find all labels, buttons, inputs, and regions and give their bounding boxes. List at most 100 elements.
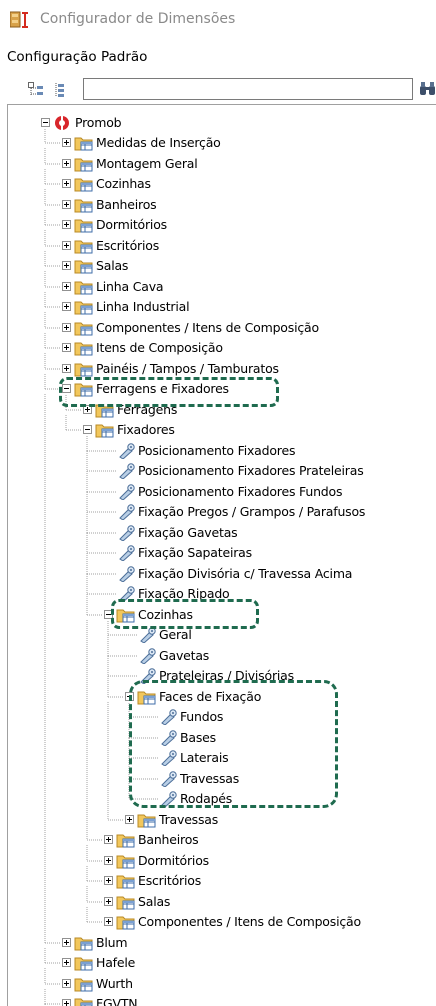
folder-table-icon: [74, 178, 93, 192]
expand-icon[interactable]: [103, 856, 113, 865]
tree-node-label: Travessas: [159, 812, 219, 827]
wrench-tag-icon: [140, 648, 156, 664]
tree-leaf[interactable]: Posicionamento Fixadores Fundos: [8, 482, 436, 502]
folder-table-icon: [74, 301, 93, 315]
folder-table-icon: [74, 322, 93, 336]
tree-node[interactable]: Hafele: [8, 953, 436, 973]
expand-icon[interactable]: [61, 241, 71, 250]
collapse-icon[interactable]: [40, 118, 50, 127]
title-bar: Configurador de Dimensões: [0, 0, 436, 38]
tree-node-root[interactable]: Promob: [8, 113, 436, 133]
tree-leaf[interactable]: Fixação Sapateiras: [8, 543, 436, 563]
highlight-faces-de-fixacao: [129, 680, 338, 808]
tree-node-label: Itens de Composição: [96, 340, 223, 355]
expand-icon[interactable]: [61, 159, 71, 168]
tree-view[interactable]: Promob Medidas de Inserção Montagem Gera…: [7, 104, 436, 1006]
expand-icon[interactable]: [61, 282, 71, 291]
highlight-ferragens-e-fixadores: [59, 377, 279, 407]
tree-node-label: Linha Industrial: [96, 299, 190, 314]
tree-node[interactable]: Dormitórios: [8, 851, 436, 871]
tree-node-label: Hafele: [96, 955, 136, 970]
tree-node[interactable]: Salas: [8, 256, 436, 276]
expand-icon[interactable]: [61, 938, 71, 947]
tree-node[interactable]: Travessas: [8, 810, 436, 830]
tree-node-label: Componentes / Itens de Composição: [138, 914, 361, 929]
expand-icon[interactable]: [61, 138, 71, 147]
folder-table-icon: [74, 978, 93, 992]
folder-table-icon: [74, 158, 93, 172]
expand-icon[interactable]: [103, 917, 113, 926]
tree-node[interactable]: Banheiros: [8, 830, 436, 850]
collapse-all-icon[interactable]: [52, 82, 68, 98]
expand-icon[interactable]: [103, 897, 113, 906]
wrench-tag-icon: [119, 484, 135, 500]
binoculars-icon[interactable]: [419, 81, 436, 96]
search-input[interactable]: [83, 78, 413, 100]
tree-node-label: Salas: [96, 258, 129, 273]
tree-node-label: Banheiros: [96, 197, 157, 212]
expand-icon[interactable]: [61, 302, 71, 311]
expand-icon[interactable]: [61, 364, 71, 373]
tree-node-label: Fixação Divisória c/ Travessa Acima: [138, 566, 353, 581]
tree-leaf[interactable]: Posicionamento Fixadores: [8, 441, 436, 461]
tree-node[interactable]: Salas: [8, 892, 436, 912]
tree-node-label: Posicionamento Fixadores Fundos: [138, 484, 343, 499]
tree-node[interactable]: Medidas de Inserção: [8, 133, 436, 153]
tree-leaf[interactable]: Fixação Pregos / Grampos / Parafusos: [8, 502, 436, 522]
folder-table-icon: [74, 281, 93, 295]
tree-leaf[interactable]: Fixação Divisória c/ Travessa Acima: [8, 564, 436, 584]
expand-icon[interactable]: [61, 343, 71, 352]
tree-node-label: Posicionamento Fixadores: [138, 443, 296, 458]
tree-leaf[interactable]: Fixação Gavetas: [8, 523, 436, 543]
expand-icon[interactable]: [61, 200, 71, 209]
tree-node[interactable]: Blum: [8, 933, 436, 953]
tree-node-label: Fixação Gavetas: [138, 525, 238, 540]
wrench-tag-icon: [119, 463, 135, 479]
tree-node[interactable]: Painéis / Tampos / Tamburatos: [8, 359, 436, 379]
tree-node[interactable]: Fixadores: [8, 420, 436, 440]
tree-node[interactable]: Escritórios: [8, 871, 436, 891]
tree-node[interactable]: Wurth: [8, 974, 436, 994]
folder-table-icon: [74, 957, 93, 971]
expand-icon[interactable]: [61, 261, 71, 270]
tree-node[interactable]: Banheiros: [8, 195, 436, 215]
expand-icon[interactable]: [61, 979, 71, 988]
expand-icon[interactable]: [61, 179, 71, 188]
tree-node[interactable]: Linha Cava: [8, 277, 436, 297]
tree-node-label: Gavetas: [159, 648, 210, 663]
tree-node-label: Posicionamento Fixadores Prateleiras: [138, 463, 364, 478]
tree-node-label: Escritórios: [138, 873, 202, 888]
tree-node[interactable]: Escritórios: [8, 236, 436, 256]
wrench-tag-icon: [119, 504, 135, 520]
expand-icon[interactable]: [103, 835, 113, 844]
tree-node[interactable]: Componentes / Itens de Composição: [8, 318, 436, 338]
tree-node[interactable]: Linha Industrial: [8, 297, 436, 317]
tree-node[interactable]: Montagem Geral: [8, 154, 436, 174]
wrench-tag-icon: [119, 545, 135, 561]
tree-node-label: Linha Cava: [96, 279, 164, 294]
wrench-tag-icon: [119, 525, 135, 541]
tree-node[interactable]: Componentes / Itens de Composição: [8, 912, 436, 932]
folder-table-icon: [74, 199, 93, 213]
expand-icon[interactable]: [61, 323, 71, 332]
tree-node-label: Salas: [138, 894, 171, 909]
expand-icon[interactable]: [124, 815, 134, 824]
tree-node[interactable]: Itens de Composição: [8, 338, 436, 358]
tree-leaf[interactable]: Posicionamento Fixadores Prateleiras: [8, 461, 436, 481]
tree-node-label: Escritórios: [96, 238, 160, 253]
expand-icon[interactable]: [61, 958, 71, 967]
tree-node-label: Promob: [75, 115, 122, 130]
collapse-icon[interactable]: [82, 425, 92, 434]
expand-icon[interactable]: [61, 220, 71, 229]
tree-node[interactable]: Cozinhas: [8, 174, 436, 194]
highlight-cozinhas: [111, 599, 259, 629]
window-title: Configurador de Dimensões: [40, 11, 236, 27]
tree-leaf[interactable]: Gavetas: [8, 646, 436, 666]
expand-icon[interactable]: [103, 876, 113, 885]
folder-table-icon: [116, 875, 135, 889]
tree-node[interactable]: FGVTN: [8, 994, 436, 1006]
folder-table-icon: [74, 137, 93, 151]
wrench-tag-icon: [119, 443, 135, 459]
tree-node[interactable]: Dormitórios: [8, 215, 436, 235]
expand-all-icon[interactable]: [28, 82, 44, 98]
